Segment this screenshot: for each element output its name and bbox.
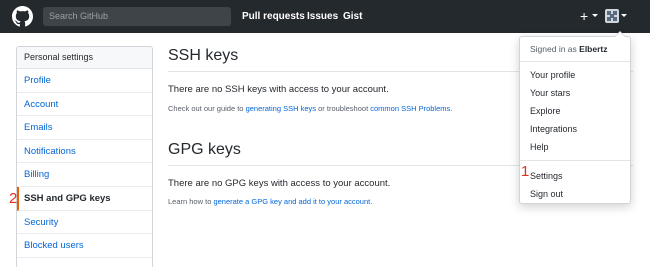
github-logo-icon[interactable] bbox=[12, 6, 33, 27]
ssh-empty-message: There are no SSH keys with access to you… bbox=[168, 84, 389, 95]
menu-your-stars[interactable]: Your stars bbox=[530, 88, 570, 98]
sidebar-item-notifications[interactable]: Notifications bbox=[17, 140, 152, 164]
common-ssh-problems-link[interactable]: common SSH Problems bbox=[370, 104, 450, 113]
sidebar-item-profile[interactable]: Profile bbox=[17, 69, 152, 93]
annotation-step-1: 1 bbox=[521, 163, 530, 180]
sidebar-item-blocked-users[interactable]: Blocked users bbox=[17, 234, 152, 258]
settings-sidebar: Personal settings Profile Account Emails… bbox=[16, 46, 153, 267]
nav-gist[interactable]: Gist bbox=[343, 11, 362, 22]
sidebar-item-account[interactable]: Account bbox=[17, 93, 152, 117]
generating-ssh-keys-link[interactable]: generating SSH keys bbox=[246, 104, 316, 113]
gpg-help-note: Learn how to generate a GPG key and add … bbox=[168, 197, 372, 206]
menu-help[interactable]: Help bbox=[530, 142, 549, 152]
menu-integrations[interactable]: Integrations bbox=[530, 124, 577, 134]
top-header: Search GitHub Pull requests Issues Gist … bbox=[0, 0, 650, 33]
nav-pull-requests[interactable]: Pull requests bbox=[242, 11, 305, 22]
ssh-note-prefix: Check out our guide to bbox=[168, 104, 246, 113]
menu-explore[interactable]: Explore bbox=[530, 106, 561, 116]
user-dropdown-menu: Signed in as Elbertz Your profile Your s… bbox=[519, 31, 631, 204]
sidebar-item-security[interactable]: Security bbox=[17, 211, 152, 235]
gpg-note-prefix: Learn how to bbox=[168, 197, 214, 206]
menu-settings[interactable]: Settings bbox=[530, 171, 563, 181]
dropdown-pointer-inner bbox=[615, 32, 625, 37]
signed-in-username: Elbertz bbox=[579, 44, 608, 54]
plus-caret-icon[interactable] bbox=[592, 14, 598, 17]
dropdown-divider bbox=[520, 160, 630, 161]
ssh-keys-title: SSH keys bbox=[168, 47, 239, 64]
nav-issues[interactable]: Issues bbox=[307, 11, 338, 22]
ssh-help-note: Check out our guide to generating SSH ke… bbox=[168, 104, 452, 113]
annotation-step-2: 2 bbox=[9, 190, 18, 207]
signed-in-as-label: Signed in as Elbertz bbox=[530, 44, 608, 54]
sidebar-item-billing[interactable]: Billing bbox=[17, 163, 152, 187]
menu-sign-out[interactable]: Sign out bbox=[530, 189, 563, 199]
menu-your-profile[interactable]: Your profile bbox=[530, 70, 575, 80]
sidebar-item-emails[interactable]: Emails bbox=[17, 116, 152, 140]
sidebar-item-ssh-gpg-keys[interactable]: SSH and GPG keys bbox=[17, 186, 152, 211]
dropdown-divider bbox=[520, 61, 630, 62]
avatar[interactable] bbox=[605, 9, 619, 23]
gpg-note-suffix: . bbox=[370, 197, 373, 206]
avatar-caret-icon[interactable] bbox=[621, 14, 627, 17]
gpg-keys-title: GPG keys bbox=[168, 141, 241, 158]
gpg-empty-message: There are no GPG keys with access to you… bbox=[168, 178, 391, 189]
ssh-note-suffix: . bbox=[450, 104, 453, 113]
sidebar-heading: Personal settings bbox=[17, 47, 152, 69]
search-input[interactable]: Search GitHub bbox=[43, 7, 231, 26]
signed-in-prefix: Signed in as bbox=[530, 44, 580, 54]
generate-gpg-key-link[interactable]: generate a GPG key and add it to your ac… bbox=[213, 197, 370, 206]
ssh-note-middle: or troubleshoot bbox=[316, 104, 371, 113]
